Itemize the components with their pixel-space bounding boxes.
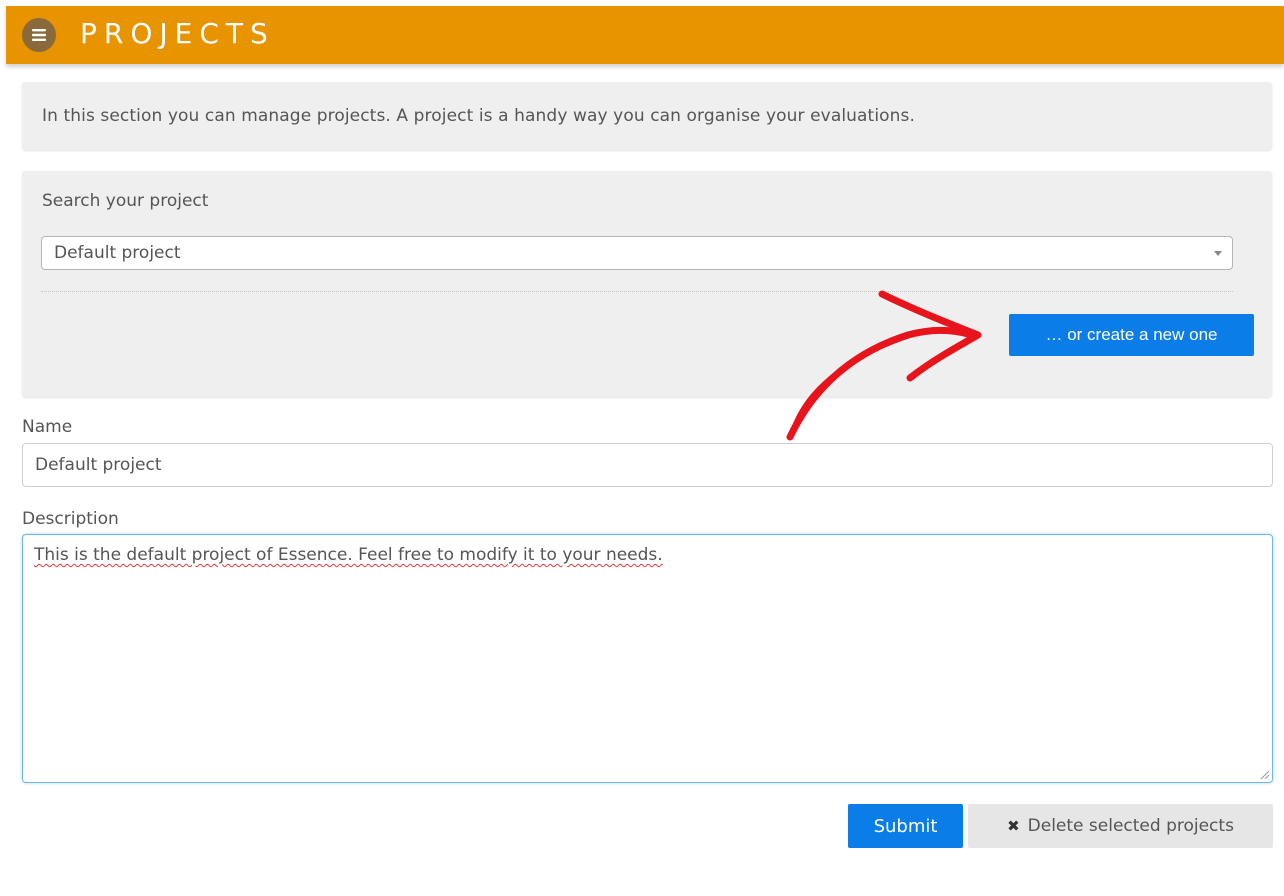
name-input[interactable] <box>22 443 1273 487</box>
page-title: PROJECTS <box>80 17 275 50</box>
close-icon: ✖ <box>1007 817 1020 835</box>
hamburger-menu-icon <box>32 29 46 41</box>
menu-button[interactable] <box>22 18 56 52</box>
divider <box>41 291 1233 292</box>
intro-panel: In this section you can manage projects.… <box>22 82 1272 150</box>
submit-button[interactable]: Submit <box>848 804 963 848</box>
project-select[interactable]: Default project <box>41 236 1233 270</box>
project-select-value: Default project <box>54 243 181 263</box>
search-panel: Search your project Default project … or… <box>22 171 1272 397</box>
resize-handle-icon[interactable] <box>1260 770 1270 780</box>
caret-down-icon <box>1214 251 1222 256</box>
intro-text: In this section you can manage projects.… <box>42 106 915 126</box>
name-label: Name <box>22 417 73 437</box>
search-label: Search your project <box>42 191 209 211</box>
description-text: This is the default project of Essence. … <box>34 545 663 565</box>
description-label: Description <box>22 509 119 529</box>
description-textarea[interactable]: This is the default project of Essence. … <box>22 534 1273 783</box>
create-new-project-button[interactable]: … or create a new one <box>1009 314 1254 356</box>
delete-button-label: Delete selected projects <box>1027 816 1234 836</box>
delete-selected-projects-button[interactable]: ✖ Delete selected projects <box>968 804 1273 848</box>
top-bar: PROJECTS <box>0 0 1284 64</box>
